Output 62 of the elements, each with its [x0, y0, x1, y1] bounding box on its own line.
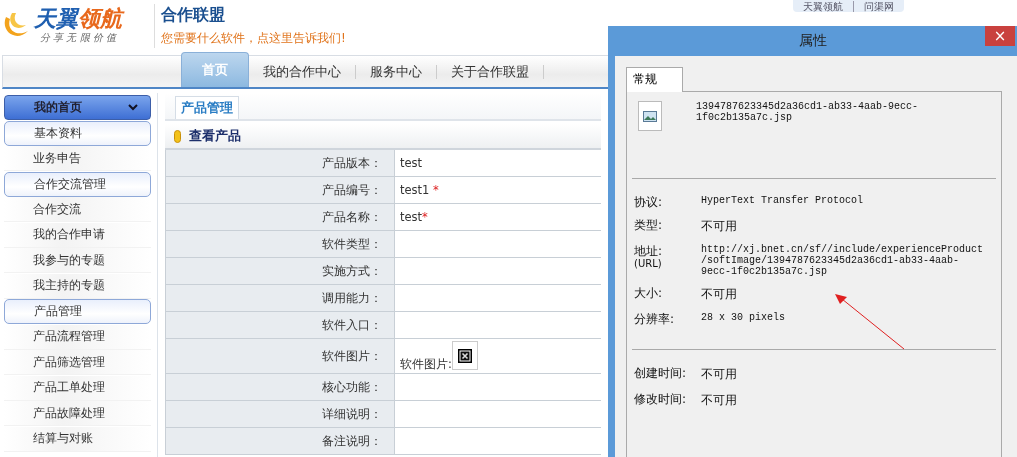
field-label: 产品编号： — [165, 176, 395, 204]
site-title: 合作联盟 — [161, 5, 226, 26]
property-label: 分辨率: — [634, 312, 676, 326]
menu-group[interactable]: 基本资料 — [4, 120, 151, 146]
menu-header-label: 我的首页 — [34, 99, 82, 116]
field-label: 软件入口： — [165, 311, 395, 339]
property-value: 不可用 — [701, 366, 737, 383]
field-label: 软件图片： — [165, 338, 395, 374]
file-name: 1394787623345d2a36cd1-ab33-4aab-9ecc- 1f0c2b135a7c.jsp — [696, 101, 919, 125]
top-link[interactable]: 天翼领航 — [803, 1, 843, 12]
field-label: 产品版本： — [165, 150, 395, 177]
image-file-icon — [638, 101, 662, 131]
field-label: 软件类型： — [165, 230, 395, 258]
close-button[interactable]: × — [985, 26, 1015, 46]
menu-item[interactable]: 产品筛选管理 — [4, 350, 151, 375]
pill-icon — [174, 129, 181, 143]
property-value: HyperText Transfer Protocol — [701, 195, 864, 208]
nav-tab[interactable]: 关于合作联盟 — [437, 57, 543, 87]
field-label: 产品名称： — [165, 203, 395, 231]
field-value: test1 * — [400, 183, 439, 197]
property-value: 28 x 30 pixels — [701, 312, 785, 325]
annotation-arrow — [834, 294, 906, 350]
menu-item[interactable]: 业务申告 — [4, 146, 151, 171]
menu-item[interactable]: 我参与的专题 — [4, 248, 151, 273]
dialog-tab[interactable]: 常规 — [626, 67, 683, 92]
dialog-title: 属性 — [798, 32, 827, 50]
property-label: 协议: — [634, 195, 664, 209]
top-link[interactable]: 问渠网 — [853, 1, 894, 12]
nav-tab[interactable]: 服务中心 — [356, 57, 436, 87]
field-label: 详细说明： — [165, 400, 395, 428]
property-value: 不可用 — [701, 218, 737, 235]
field-value: test — [400, 156, 423, 170]
field-label: 调用能力： — [165, 284, 395, 312]
chevron-down-icon — [128, 104, 138, 111]
field-label: 实施方式： — [165, 257, 395, 285]
menu-item[interactable]: 合作交流 — [4, 197, 151, 222]
menu-item[interactable]: 我主持的专题 — [4, 273, 151, 299]
nav-tab[interactable]: 我的合作中心 — [249, 57, 355, 87]
section-title: 查看产品 — [189, 127, 241, 145]
property-label: 类型: — [634, 218, 664, 234]
field-value: test* — [400, 210, 428, 224]
menu-item[interactable]: 我的合作申请 — [4, 222, 151, 248]
logo-tagline: 分 享 无 限 价 值 — [40, 31, 116, 45]
property-label: 大小: — [634, 286, 664, 302]
menu-item[interactable]: 产品流程管理 — [4, 324, 151, 350]
menu-item[interactable]: 产品故障处理 — [4, 401, 151, 426]
field-label: 核心功能： — [165, 373, 395, 401]
menu-item[interactable]: 结算与对账 — [4, 426, 151, 452]
menu-group[interactable]: 产品管理 — [4, 299, 151, 324]
menu-item[interactable]: 产品工单处理 — [4, 375, 151, 401]
property-label: 地址: (URL) — [634, 244, 664, 271]
property-label: 修改时间: — [634, 392, 688, 408]
broken-image-icon — [451, 340, 478, 370]
field-label: 备注说明： — [165, 427, 395, 455]
property-label: 创建时间: — [634, 366, 688, 382]
property-value: http://xj.bnet.cn/sf//include/experienceProduct /softImage/1394787623345d2a36cd1-ab33-4aab- 9ecc-1f0c2b135a7c.jsp — [701, 244, 984, 277]
property-value: 不可用 — [701, 392, 737, 409]
property-value: 不可用 — [701, 286, 737, 303]
menu-group[interactable]: 合作交流管理 — [4, 171, 151, 197]
menu-header[interactable]: 我的首页 — [4, 95, 151, 120]
panel-tab[interactable]: 产品管理 — [175, 96, 239, 119]
image-alt-text: 软件图片: — [400, 356, 452, 371]
